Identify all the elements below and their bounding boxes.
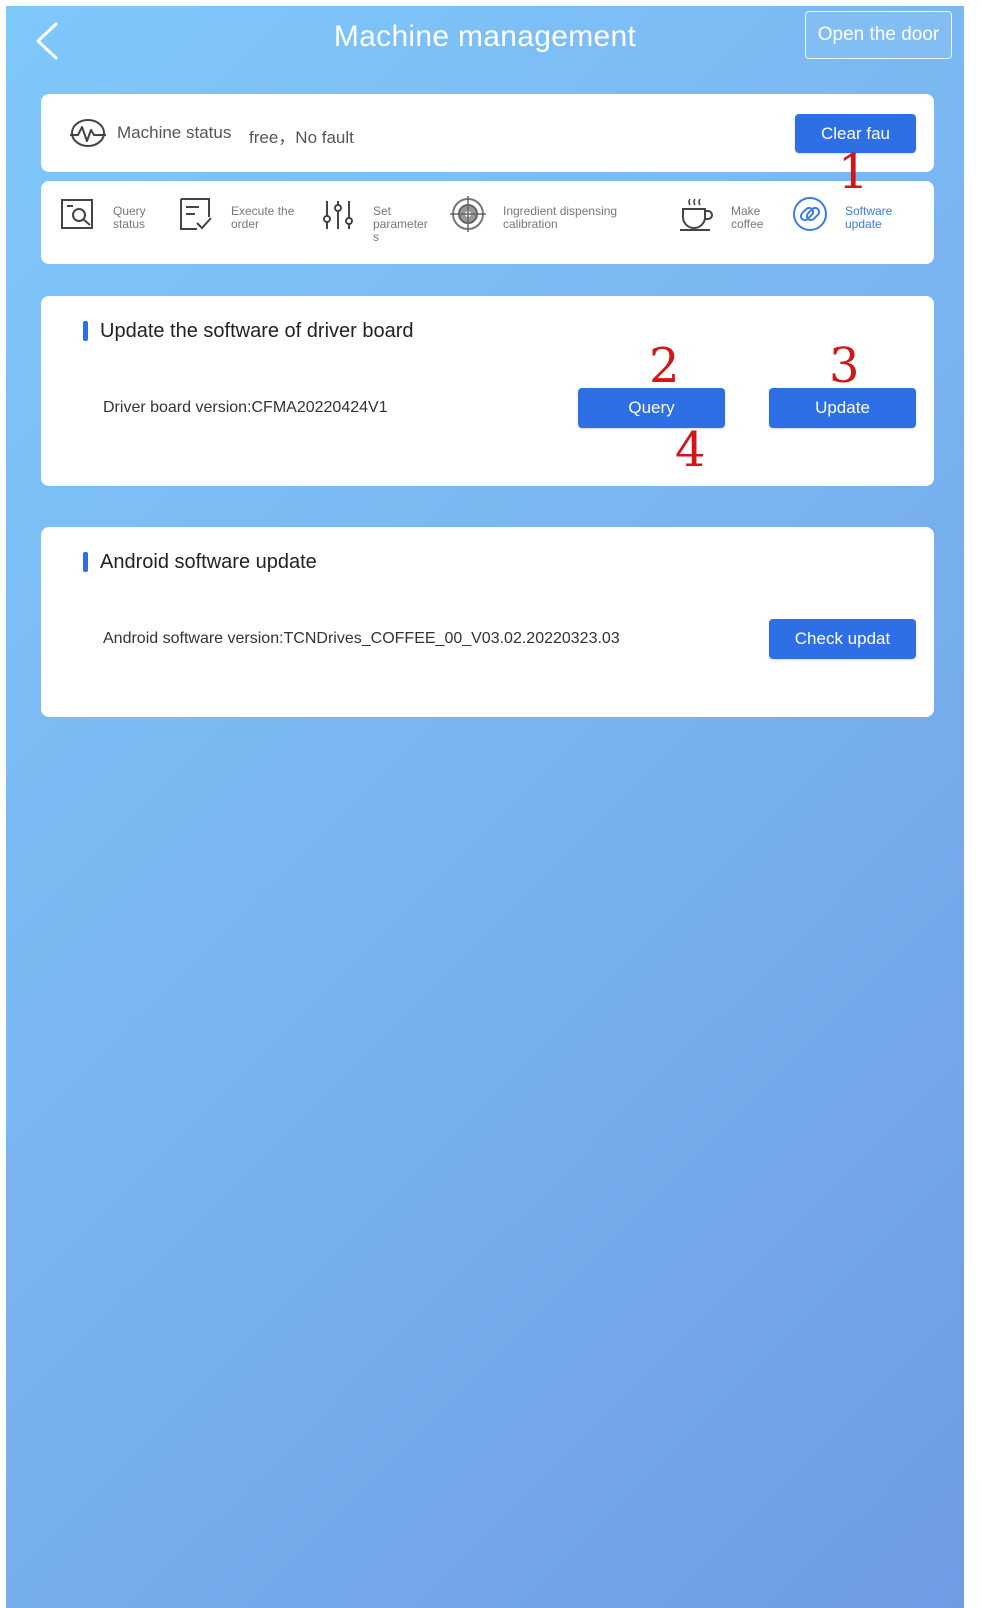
nav-item-query-status[interactable]: Query status — [59, 195, 146, 233]
update-button[interactable]: Update — [769, 388, 916, 428]
nav-label-ingredient-calibration-2: calibration — [503, 217, 558, 231]
machine-status-card: Machine status free，No fault Clear fau — [41, 94, 934, 172]
nav-label-set-parameters-3: s — [373, 230, 379, 244]
nav-item-set-parameters[interactable]: Set parameter s — [319, 195, 428, 244]
execute-order-icon — [180, 198, 212, 230]
driver-section-title: Update the software of driver board — [100, 320, 414, 342]
driver-board-version: Driver board version:CFMA20220424V1 — [103, 399, 388, 416]
heartbeat-icon — [70, 119, 106, 147]
screen: Machine management Open the door Machine… — [6, 6, 964, 1608]
nav-label-set-parameters-2: parameter — [373, 217, 428, 231]
android-software-version: Android software version:TCNDrives_COFFE… — [103, 630, 620, 647]
machine-status-label: Machine status — [117, 123, 232, 142]
driver-board-update-card: Update the software of driver board Driv… — [41, 296, 934, 486]
coffee-cup-icon — [680, 198, 713, 231]
nav-label-make-coffee-2: coffee — [731, 217, 764, 231]
annotation-step-4: 4 — [675, 422, 706, 478]
sliders-icon — [323, 201, 353, 229]
android-section-title: Android software update — [100, 551, 317, 573]
section-accent-bar — [83, 321, 88, 341]
open-door-button[interactable]: Open the door — [805, 11, 952, 59]
nav-label-software-update-2: update — [845, 217, 882, 231]
nav-label-execute-order-2: order — [231, 217, 260, 231]
android-update-card: Android software update Android software… — [41, 527, 934, 717]
nav-label-query-status-2: status — [113, 217, 146, 231]
nav-item-make-coffee[interactable]: Make coffee — [677, 195, 763, 233]
machine-status-value: free，No fault — [249, 128, 354, 147]
nav-item-ingredient-calibration[interactable]: Ingredient dispensing calibration — [449, 195, 617, 233]
annotation-step-1: 1 — [838, 144, 869, 200]
annotation-step-2: 2 — [649, 338, 680, 394]
section-accent-bar — [83, 552, 88, 572]
link-icon — [793, 197, 827, 231]
function-nav-card: Query status Execute the order Set param… — [41, 181, 934, 264]
nav-item-execute-order[interactable]: Execute the order — [177, 195, 294, 233]
target-icon — [450, 196, 486, 232]
check-update-button[interactable]: Check updat — [769, 619, 916, 659]
query-status-icon — [61, 199, 93, 229]
nav-item-software-update[interactable]: Software update — [791, 195, 892, 233]
annotation-step-3: 3 — [829, 338, 860, 394]
